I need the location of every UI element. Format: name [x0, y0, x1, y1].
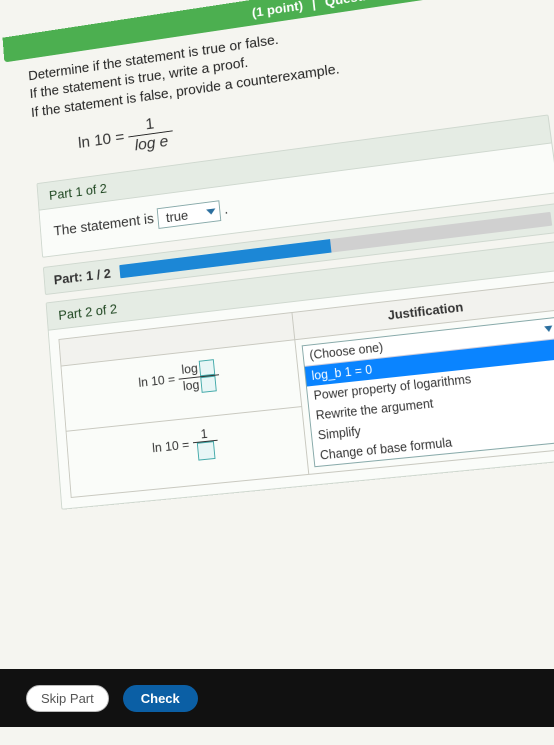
equation-lhs: ln 10 =: [77, 128, 125, 152]
progress-label: Part: 1 / 2: [53, 265, 111, 287]
row1-num-log: log: [181, 360, 199, 376]
truefalse-value: true: [165, 207, 189, 225]
justification-dropdown[interactable]: (Choose one) log_b 1 = 0 Power property …: [302, 317, 554, 467]
row1-den-log: log: [182, 377, 200, 393]
skip-part-button[interactable]: Skip Part: [26, 685, 109, 712]
input-blank[interactable]: [200, 375, 217, 392]
chevron-down-icon: [544, 325, 553, 332]
row1-fraction: log log: [177, 358, 221, 395]
chevron-down-icon: [206, 208, 216, 215]
separator: |: [306, 0, 322, 12]
check-button[interactable]: Check: [123, 685, 198, 712]
row2-fraction: 1: [191, 426, 219, 461]
trailing-period: .: [223, 201, 228, 217]
points-label: (1 point): [251, 0, 303, 20]
truefalse-select[interactable]: true: [157, 200, 222, 229]
footer-bar: Skip Part Check: [0, 669, 554, 727]
statement-label: The statement is: [53, 210, 154, 239]
row2-lhs: ln 10 =: [152, 436, 190, 455]
equation-fraction: 1 log e: [127, 112, 175, 156]
row1-lhs: ln 10 =: [138, 371, 176, 390]
input-blank[interactable]: [196, 441, 215, 460]
input-blank[interactable]: [199, 359, 215, 376]
